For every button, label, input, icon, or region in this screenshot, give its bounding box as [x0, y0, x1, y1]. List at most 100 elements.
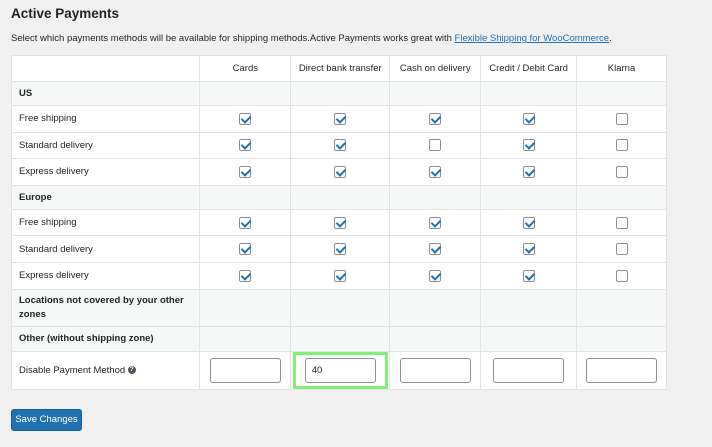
payment-checkbox[interactable] [429, 243, 442, 256]
payment-cell [576, 208, 667, 237]
payment-cell [576, 235, 667, 263]
payment-checkbox[interactable] [239, 216, 252, 229]
payment-checkbox[interactable] [239, 243, 252, 256]
column-header: Credit / Debit Card [480, 55, 578, 82]
payment-checkbox[interactable] [522, 269, 535, 282]
payment-checkbox[interactable] [615, 243, 628, 256]
disable-payment-input[interactable] [493, 357, 565, 383]
payment-cell [480, 131, 578, 160]
payment-cell [389, 261, 482, 290]
disable-payment-cell [199, 350, 292, 390]
payment-cell [199, 158, 292, 186]
payment-checkbox[interactable] [334, 269, 347, 282]
payment-cell [389, 235, 482, 263]
section-title: Active Payments [11, 6, 120, 21]
payment-checkbox[interactable] [239, 269, 252, 282]
payment-cell [199, 261, 292, 290]
zone-name: Europe [10, 184, 201, 210]
shipping-method-row: Express delivery [10, 261, 667, 290]
payment-checkbox[interactable] [522, 216, 535, 229]
payment-checkbox[interactable] [522, 165, 535, 178]
payment-cell [199, 105, 292, 133]
payment-checkbox[interactable] [334, 165, 347, 178]
payment-checkbox[interactable] [239, 139, 252, 152]
payment-checkbox[interactable] [429, 139, 442, 152]
payment-cell [290, 235, 391, 263]
section-description: Select which payments methods will be av… [11, 33, 612, 44]
payment-cell [290, 261, 391, 290]
zone-header-cell [199, 288, 292, 327]
header-row: Cards Direct bank transfer Cash on deliv… [10, 55, 667, 82]
zone-header-cell [389, 184, 482, 210]
shipping-method-label: Express delivery [10, 261, 201, 290]
payment-checkbox[interactable] [615, 112, 628, 125]
zone-header-cell [480, 184, 578, 210]
zone-header-cell [290, 325, 391, 352]
payment-checkbox[interactable] [429, 112, 442, 125]
payment-checkbox[interactable] [429, 269, 442, 282]
shipping-method-label: Standard delivery [10, 131, 201, 160]
save-changes-button[interactable]: Save Changes [11, 409, 82, 431]
payment-cell [290, 208, 391, 237]
payment-checkbox[interactable] [615, 139, 628, 152]
payment-checkbox[interactable] [334, 243, 347, 256]
zone-header-cell [480, 81, 578, 106]
payment-checkbox[interactable] [522, 139, 535, 152]
payment-checkbox[interactable] [522, 112, 535, 125]
disable-payment-input[interactable] [304, 357, 376, 383]
zone-header-cell [290, 288, 391, 327]
shipping-method-label: Express delivery [10, 158, 201, 186]
payment-cell [389, 158, 482, 186]
shipping-method-label: Standard delivery [10, 235, 201, 263]
shipping-method-row: Standard delivery [10, 131, 667, 160]
zone-header-cell [576, 184, 667, 210]
zone-header-cell [480, 288, 578, 327]
zone-header-cell [389, 325, 482, 352]
description-suffix: . [609, 33, 612, 44]
zone-header-row: Other (without shipping zone) [10, 325, 667, 352]
header-blank [10, 55, 201, 82]
zone-header-cell [576, 81, 667, 106]
payment-checkbox[interactable] [429, 216, 442, 229]
shipping-method-row: Free shipping [10, 105, 667, 133]
payment-cell [480, 235, 578, 263]
zone-header-cell [480, 325, 578, 352]
zone-header-cell [199, 81, 292, 106]
payment-checkbox[interactable] [239, 165, 252, 178]
payment-cell [290, 131, 391, 160]
payment-checkbox[interactable] [615, 165, 628, 178]
payment-checkbox[interactable] [334, 216, 347, 229]
payment-cell [389, 131, 482, 160]
payment-cell [576, 261, 667, 290]
payment-cell [480, 105, 578, 133]
disable-payment-cell [389, 350, 482, 390]
disable-payment-input[interactable] [586, 357, 658, 383]
shipping-method-row: Express delivery [10, 158, 667, 186]
payment-cell [199, 235, 292, 263]
payment-cell [480, 208, 578, 237]
disable-payment-input[interactable] [399, 357, 471, 383]
zone-header-cell [576, 325, 667, 352]
payment-checkbox[interactable] [615, 269, 628, 282]
shipping-method-row: Standard delivery [10, 235, 667, 263]
question-icon[interactable]: ? [127, 366, 136, 375]
zone-header-row: Locations not covered by your other zone… [10, 288, 667, 327]
payment-checkbox[interactable] [429, 165, 442, 178]
disable-payment-input[interactable] [209, 357, 281, 383]
payment-cell [290, 105, 391, 133]
payment-checkbox[interactable] [522, 243, 535, 256]
zone-header-cell [199, 184, 292, 210]
payment-checkbox[interactable] [239, 112, 252, 125]
flexible-shipping-link[interactable]: Flexible Shipping for WooCommerce [455, 33, 610, 44]
disable-payment-cell [290, 350, 391, 390]
zone-name: Other (without shipping zone) [10, 325, 201, 352]
payment-checkbox[interactable] [334, 112, 347, 125]
disable-payment-row: Disable Payment Method ? [10, 350, 667, 390]
payment-cell [576, 105, 667, 133]
payment-checkbox[interactable] [334, 139, 347, 152]
payment-checkbox[interactable] [615, 216, 628, 229]
payment-cell [199, 131, 292, 160]
payment-cell [480, 261, 578, 290]
disable-payment-label: Disable Payment Method [19, 364, 126, 376]
zone-header-row: US [10, 81, 667, 106]
